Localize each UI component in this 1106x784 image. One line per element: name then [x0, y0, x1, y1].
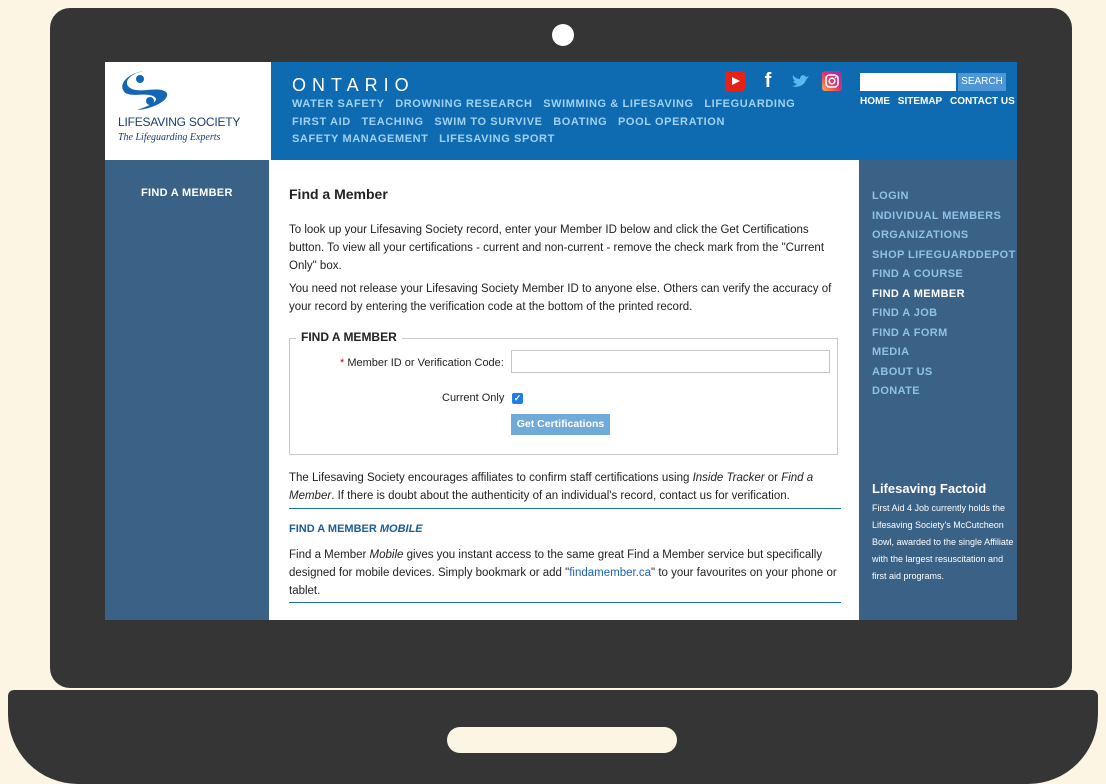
- right-nav-find-a-form[interactable]: FIND A FORM: [872, 324, 1016, 344]
- affiliates-text-1: The Lifesaving Society encourages affili…: [289, 472, 693, 484]
- inside-tracker-text: Inside Tracker: [692, 472, 765, 484]
- logo-tagline: The Lifeguarding Experts: [118, 132, 221, 143]
- facebook-icon[interactable]: f: [758, 71, 778, 91]
- nav-water-safety[interactable]: WATER SAFETY: [292, 98, 385, 110]
- page-title: Find a Member: [289, 186, 388, 202]
- nav-lifeguarding[interactable]: LIFEGUARDING: [704, 98, 795, 110]
- member-id-label: * Member ID or Verification Code:: [340, 357, 504, 369]
- search-button[interactable]: SEARCH: [958, 73, 1006, 91]
- nav-teaching[interactable]: TEACHING: [361, 116, 423, 128]
- nav-boating[interactable]: BOATING: [553, 116, 607, 128]
- right-nav-media[interactable]: MEDIA: [872, 343, 1016, 363]
- member-id-input[interactable]: [511, 350, 830, 373]
- right-nav: LOGIN INDIVIDUAL MEMBERS ORGANIZATIONS S…: [872, 187, 1016, 402]
- left-sidebar-title[interactable]: FIND A MEMBER: [141, 187, 233, 199]
- right-nav-about-us[interactable]: ABOUT US: [872, 363, 1016, 383]
- right-nav-find-a-course[interactable]: FIND A COURSE: [872, 265, 1016, 285]
- right-nav-shop-lifeguarddepot[interactable]: SHOP LIFEGUARDDEPOT: [872, 246, 1016, 266]
- nav-swim-to-survive[interactable]: SWIM TO SURVIVE: [434, 116, 542, 128]
- instagram-icon[interactable]: [822, 71, 842, 91]
- mobile-text-1: Find a Member: [289, 549, 370, 561]
- nav-first-aid[interactable]: FIRST AID: [292, 116, 351, 128]
- right-nav-find-a-job[interactable]: FIND A JOB: [872, 304, 1016, 324]
- divider: [289, 508, 841, 509]
- browser-screen: LIFESAVING SOCIETY The Lifeguarding Expe…: [105, 62, 1017, 620]
- current-only-label: Current Only: [442, 392, 505, 404]
- member-id-label-text: Member ID or Verification Code:: [347, 357, 504, 369]
- mobile-paragraph: Find a Member Mobile gives you instant a…: [289, 546, 841, 600]
- site-header: LIFESAVING SOCIETY The Lifeguarding Expe…: [105, 62, 1017, 160]
- get-certifications-button[interactable]: Get Certifications: [511, 414, 610, 435]
- required-marker: *: [340, 357, 345, 369]
- nav-swimming-lifesaving[interactable]: SWIMMING & LIFESAVING: [543, 98, 694, 110]
- nav-pool-operation[interactable]: POOL OPERATION: [618, 116, 725, 128]
- logo-name: LIFESAVING SOCIETY: [118, 115, 241, 129]
- sitemap-link[interactable]: SITEMAP: [898, 96, 942, 107]
- mobile-heading: FIND A MEMBER MOBILE: [289, 523, 423, 535]
- site-search-input[interactable]: [860, 73, 956, 91]
- findamember-link[interactable]: findamember.ca: [569, 567, 651, 579]
- lifesaver-logo-icon: [122, 71, 168, 110]
- mobile-heading-emphasis: MOBILE: [379, 523, 423, 535]
- affiliates-text-2: or: [764, 472, 782, 484]
- nav-drowning-research[interactable]: DROWNING RESEARCH: [395, 98, 532, 110]
- current-only-checkbox[interactable]: ✓: [512, 393, 523, 404]
- right-nav-individual-members[interactable]: INDIVIDUAL MEMBERS: [872, 207, 1016, 227]
- find-member-form: FIND A MEMBER * Member ID or Verificatio…: [289, 330, 838, 455]
- region-title: ONTARIO: [292, 75, 415, 95]
- form-legend: FIND A MEMBER: [296, 330, 402, 344]
- home-link[interactable]: HOME: [860, 96, 890, 107]
- affiliates-text-3: . If there is doubt about the authentici…: [331, 490, 790, 502]
- nav-safety-management[interactable]: SAFETY MANAGEMENT: [292, 133, 429, 145]
- youtube-icon[interactable]: [725, 71, 745, 91]
- contact-us-link[interactable]: CONTACT US: [950, 96, 1015, 107]
- affiliates-paragraph: The Lifesaving Society encourages affili…: [289, 469, 841, 505]
- nav-lifesaving-sport[interactable]: LIFESAVING SPORT: [439, 133, 555, 145]
- twitter-icon[interactable]: [791, 71, 811, 91]
- right-nav-find-a-member[interactable]: FIND A MEMBER: [872, 285, 1016, 305]
- intro-paragraph: To look up your Lifesaving Society recor…: [289, 224, 825, 272]
- top-nav: WATER SAFETY DROWNING RESEARCH SWIMMING …: [292, 96, 847, 149]
- site-logo[interactable]: LIFESAVING SOCIETY The Lifeguarding Expe…: [105, 62, 271, 160]
- left-sidebar: FIND A MEMBER: [105, 160, 269, 620]
- trackpad: [447, 727, 677, 753]
- factoid-title: Lifesaving Factoid: [872, 481, 987, 496]
- factoid-text: First Aid 4 Job currently holds the Life…: [872, 503, 1014, 581]
- right-nav-organizations[interactable]: ORGANIZATIONS: [872, 226, 1016, 246]
- mobile-text-emphasis: Mobile: [369, 549, 404, 561]
- right-nav-donate[interactable]: DONATE: [872, 382, 1016, 402]
- right-nav-login[interactable]: LOGIN: [872, 187, 1016, 207]
- webcam-icon: [552, 24, 574, 46]
- privacy-paragraph: You need not release your Lifesaving Soc…: [289, 283, 832, 313]
- divider: [289, 602, 841, 603]
- mobile-heading-text: FIND A MEMBER: [289, 523, 380, 535]
- utility-nav: HOME SITEMAP CONTACT US: [860, 96, 1017, 107]
- right-sidebar: LOGIN INDIVIDUAL MEMBERS ORGANIZATIONS S…: [859, 160, 1017, 620]
